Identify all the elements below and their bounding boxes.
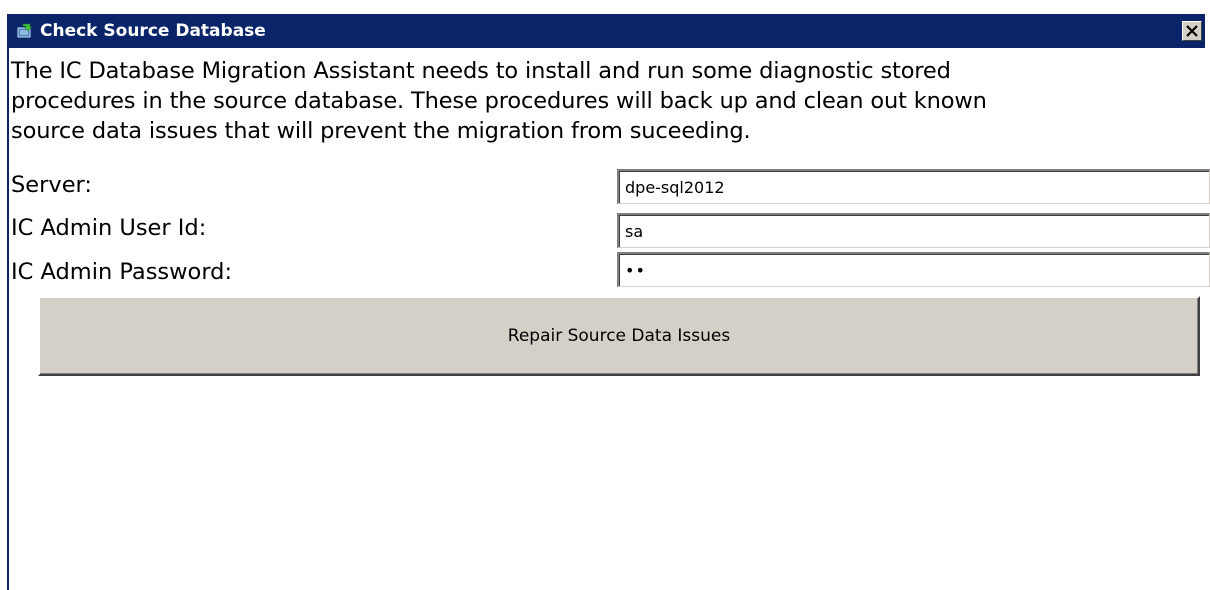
description-text: The IC Database Migration Assistant need…	[11, 58, 987, 144]
window-title: Check Source Database	[40, 21, 266, 41]
repair-source-data-issues-button[interactable]: Repair Source Data Issues	[38, 296, 1200, 376]
check-source-database-window: Check Source Database The IC Database Mi…	[7, 14, 1210, 590]
title-bar[interactable]: Check Source Database	[9, 14, 1205, 48]
user-id-label: IC Admin User Id:	[11, 215, 207, 241]
password-label: IC Admin Password:	[11, 259, 233, 285]
close-icon	[1186, 25, 1198, 37]
password-input[interactable]	[617, 252, 1210, 287]
database-check-icon	[17, 23, 33, 39]
server-input[interactable]	[617, 169, 1210, 204]
close-button[interactable]	[1182, 21, 1202, 41]
user-id-input[interactable]	[617, 213, 1210, 248]
server-label: Server:	[11, 172, 92, 198]
